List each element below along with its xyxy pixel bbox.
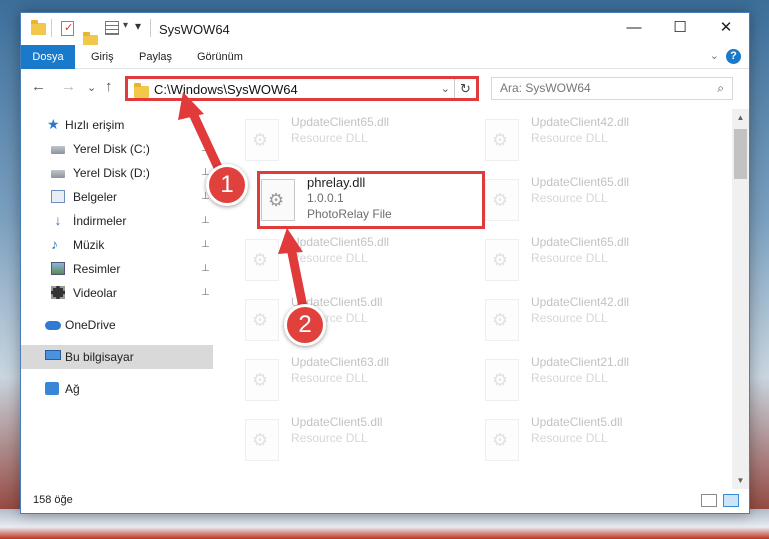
callout-step-2: 2 — [284, 304, 326, 346]
arrow-head — [178, 92, 204, 120]
arrow-to-file — [285, 238, 309, 317]
annotation-arrows — [178, 92, 309, 317]
callout-step-1: 1 — [206, 164, 248, 206]
arrow-head — [278, 228, 303, 254]
